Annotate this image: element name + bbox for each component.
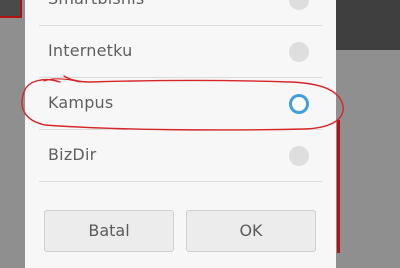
background-app-panel: [336, 0, 400, 50]
option-smartbisnis[interactable]: Smartbisnis: [39, 0, 322, 26]
radio-selection-dialog: Smartbisnis Internetku Kampus BizDir Bat…: [25, 0, 336, 268]
background-app-tile: [0, 0, 20, 16]
option-kampus[interactable]: Kampus: [39, 78, 322, 130]
option-label: Kampus: [48, 93, 114, 112]
option-internetku[interactable]: Internetku: [39, 26, 322, 78]
ok-button[interactable]: OK: [186, 210, 316, 252]
background-red-border: [337, 120, 340, 253]
radio-button-unselected[interactable]: [289, 0, 309, 10]
radio-button-unselected[interactable]: [289, 42, 309, 62]
option-label: Smartbisnis: [48, 0, 144, 8]
cancel-button[interactable]: Batal: [44, 210, 174, 252]
option-label: BizDir: [48, 145, 97, 164]
background-app-accent: [0, 0, 22, 18]
radio-button-unselected[interactable]: [289, 146, 309, 166]
option-bizdir[interactable]: BizDir: [39, 130, 322, 182]
radio-button-selected[interactable]: [289, 94, 309, 114]
option-label: Internetku: [48, 41, 133, 60]
